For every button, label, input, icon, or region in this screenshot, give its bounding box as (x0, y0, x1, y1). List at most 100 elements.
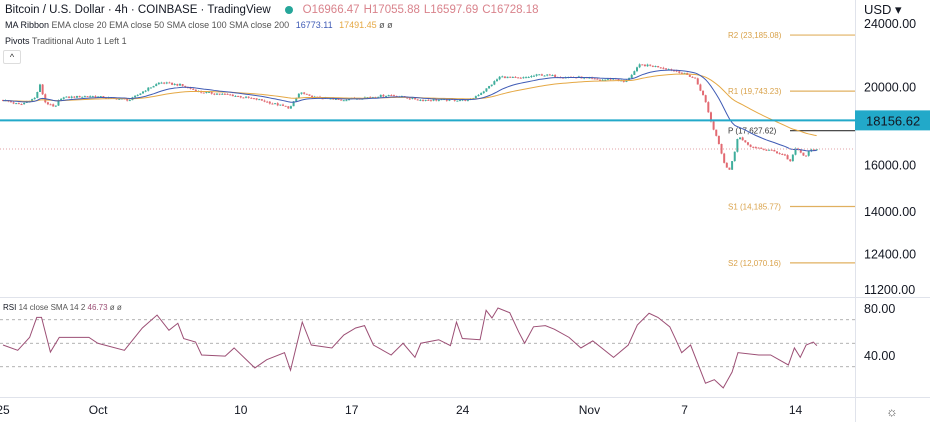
candle-body (171, 82, 174, 85)
candle-body (736, 139, 739, 152)
candle-body (643, 64, 646, 67)
candle-body (237, 95, 240, 97)
candle-body (493, 81, 496, 85)
candle-body (733, 151, 736, 162)
candle-body (99, 96, 102, 98)
indicator-name: RSI (3, 303, 17, 312)
candle-body (271, 103, 274, 105)
candle-body (408, 98, 411, 100)
candle-body (279, 104, 282, 106)
candle-body (495, 79, 498, 82)
candle-body (387, 94, 390, 96)
candle-body (741, 137, 744, 141)
currency-selector[interactable]: USD ▾ (864, 2, 902, 18)
candle-body (178, 84, 181, 86)
candle-body (303, 92, 306, 94)
candle-body (176, 83, 179, 86)
horizontal-line-price-label: 18156.62 (866, 113, 920, 128)
candle-body (633, 71, 636, 75)
candle-body (81, 96, 84, 98)
candle-body (791, 154, 794, 162)
symbol-title[interactable]: Bitcoin / U.S. Dollar · 4h · COINBASE · … (5, 4, 271, 16)
candle-body (12, 102, 15, 104)
candle-body (287, 106, 290, 109)
candle-body (773, 149, 776, 152)
candle-body (245, 96, 248, 98)
candle-body (134, 95, 137, 98)
candle-body (239, 96, 242, 98)
candle-body (662, 67, 665, 69)
candle-body (38, 84, 41, 93)
candle-body (218, 93, 221, 95)
candle-body (517, 77, 520, 79)
indicator-name: MA Ribbon (5, 20, 50, 30)
candle-body (746, 142, 749, 145)
price-axis-label: 16000.00 (864, 159, 916, 173)
candle-body (506, 76, 509, 79)
settings-gear-icon[interactable]: ☼ (886, 404, 898, 419)
candle-body (144, 90, 147, 92)
candle-body (136, 94, 139, 96)
candle-body (596, 78, 599, 80)
candle-body (543, 75, 546, 77)
candle-body (509, 76, 512, 78)
candle-body (694, 77, 697, 79)
candle-body (554, 75, 557, 78)
low-value: L16597.69 (423, 4, 479, 16)
candle-body (427, 99, 430, 101)
price-axis-label: 20000.00 (864, 81, 916, 95)
ma-ribbon-legend[interactable]: MA Ribbon EMA close 20 EMA close 50 SMA … (5, 20, 393, 30)
collapse-legend-button[interactable]: ^ (3, 50, 21, 64)
candle-body (15, 103, 18, 105)
candle-body (157, 82, 160, 85)
candle-body (342, 100, 345, 102)
candle-body (519, 77, 522, 79)
candle-body (649, 64, 652, 66)
candle-body (226, 93, 229, 95)
candle-body (223, 93, 226, 95)
candle-body (739, 137, 742, 140)
candle-body (345, 100, 348, 102)
candle-body (54, 105, 57, 107)
rsi-sma-value: ø (109, 303, 115, 312)
candle-body (142, 91, 145, 94)
time-axis-label: 7 (681, 403, 688, 417)
candle-body (46, 102, 49, 105)
candle-body (646, 64, 649, 67)
candle-body (715, 129, 718, 136)
time-axis-label: Oct (89, 403, 108, 417)
high-value: H17055.88 (363, 4, 420, 16)
candle-body (255, 98, 258, 100)
candle-body (474, 96, 477, 99)
candle-body (725, 162, 728, 168)
candle-body (752, 146, 755, 148)
candle-body (488, 86, 491, 89)
candle-body (757, 147, 760, 149)
candle-body (390, 94, 393, 96)
candle-body (422, 99, 425, 101)
price-chart[interactable]: 24000.00 20000.00 16000.00 14000.00 12400.00… (0, 0, 930, 422)
candle-body (641, 64, 644, 66)
time-axis-label: 14 (789, 403, 803, 417)
candle-body (781, 153, 784, 155)
candle-body (276, 103, 279, 106)
candle-body (73, 96, 76, 98)
candle-body (215, 93, 218, 95)
candle-body (540, 74, 543, 76)
indicator-params: EMA close 20 EMA close 50 SMA close 100 … (51, 20, 290, 30)
pivot-label: S2 (12,070.16) (728, 259, 781, 268)
candle-body (168, 82, 171, 84)
ema20-value: 16773.11 (295, 20, 333, 30)
candle-body (456, 100, 459, 102)
candle-body (530, 76, 533, 78)
candle-body (712, 121, 715, 130)
rsi-legend[interactable]: RSI 14 close SMA 14 2 46.73 ø ø (3, 303, 122, 312)
candle-body (17, 103, 20, 105)
candle-body (205, 92, 208, 94)
time-axis-label: 25 (0, 403, 10, 417)
candle-body (498, 76, 501, 80)
candle-body (762, 148, 765, 150)
pivots-legend[interactable]: Pivots Traditional Auto 1 Left 1 (5, 36, 127, 46)
candle-body (482, 91, 485, 94)
candle-body (551, 75, 554, 77)
